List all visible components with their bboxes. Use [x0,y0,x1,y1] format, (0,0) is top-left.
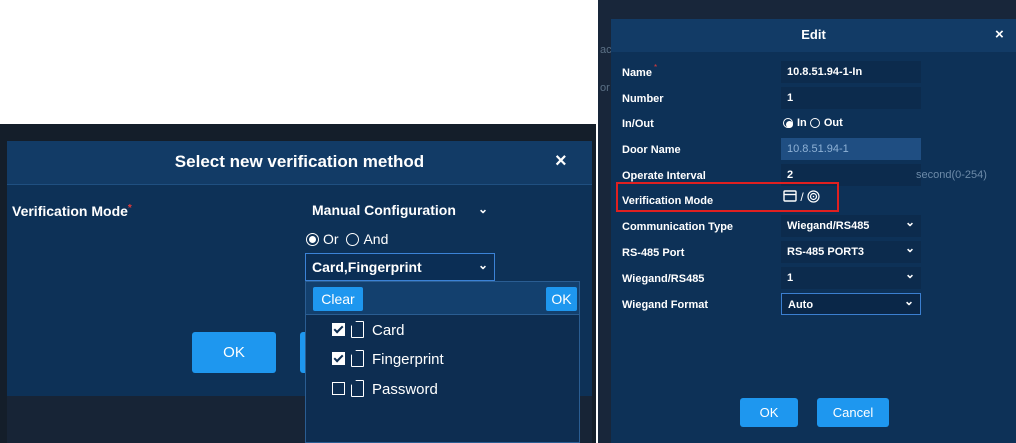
door-name-label: Door Name [622,144,681,156]
option-password[interactable]: Password [332,380,438,404]
required-mark: * [654,63,658,72]
document-icon [351,350,364,367]
verification-mode-select-value: Manual Configuration [312,202,456,218]
or-radio-label: Or [323,231,339,247]
card-icon [783,190,797,202]
option-card[interactable]: Card [332,321,405,345]
verification-mode-label: Verification Mode [622,195,714,207]
dialog-title: Select new verification method [174,152,425,171]
option-label: Fingerprint [372,351,444,368]
background-text-fragment: ac [600,44,612,56]
cancel-button[interactable]: Cancel [817,398,889,427]
radio-selected-icon [783,118,793,128]
verification-mode-separator: / [800,190,804,204]
edit-dialog: Edit × Name 10.8.51.94-1-In Number 1 In/… [611,19,1016,443]
and-radio[interactable]: And [346,231,388,247]
and-radio-label: And [363,231,389,247]
inout-label: In/Out [622,118,654,130]
option-fingerprint[interactable]: Fingerprint [332,350,444,374]
option-label: Password [372,381,438,398]
in-radio[interactable]: In [783,117,807,129]
close-icon[interactable]: × [995,26,1004,43]
ok-button[interactable]: OK [740,398,798,427]
inout-radio-group: In Out [783,117,843,129]
number-label: Number [622,93,664,105]
rs485-port-label: RS-485 Port [622,247,685,259]
dropdown-ok-button[interactable]: OK [546,287,577,311]
background-text-fragment: or [600,82,610,94]
clear-button[interactable]: Clear [313,287,363,311]
operate-interval-label: Operate Interval [622,170,706,182]
verification-mode-value[interactable]: / [783,190,820,210]
checkbox-unchecked-icon[interactable] [332,382,345,395]
option-label: Card [372,322,405,339]
name-input[interactable]: 10.8.51.94-1-In [781,61,921,83]
fingerprint-icon [807,190,820,203]
number-input[interactable]: 1 [781,87,921,109]
verification-mode-label: Verification Mode* [12,203,132,219]
chevron-down-icon: ⌄ [477,202,488,216]
checkbox-checked-icon[interactable] [332,323,345,336]
rs485-port-select[interactable]: RS-485 PORT3 [781,241,921,263]
verification-mode-select[interactable]: Manual Configuration ⌄ [305,197,495,223]
door-name-input: 10.8.51.94-1 [781,138,921,160]
radio-unselected-icon [809,118,820,128]
chevron-down-icon: ⌄ [477,258,488,272]
document-icon [351,321,364,338]
close-icon[interactable]: × [555,150,567,173]
verification-mode-label-text: Verification Mode [12,203,128,219]
or-radio[interactable]: Or [306,231,339,247]
name-label: Name [622,67,652,79]
wiegand-format-select[interactable]: Auto [781,293,921,315]
wiegand-format-label: Wiegand Format [622,299,709,311]
out-radio-label: Out [823,117,843,129]
communication-type-select[interactable]: Wiegand/RS485 [781,215,921,237]
out-radio[interactable]: Out [809,117,843,129]
radio-selected-icon [306,233,319,246]
dialog-header: Edit × [611,19,1016,52]
checkbox-checked-icon[interactable] [332,352,345,365]
wiegand-rs485-label: Wiegand/RS485 [622,273,705,285]
verification-method-select-value: Card,Fingerprint [312,259,422,275]
communication-type-label: Communication Type [622,221,734,233]
required-mark: * [127,203,132,214]
operate-interval-range: second(0-254) [916,169,987,181]
verification-method-dropdown: Clear OK Card Fingerprint Password [305,281,580,443]
dialog-header: Select new verification method × [7,141,592,185]
ok-button[interactable]: OK [192,332,276,373]
in-radio-label: In [797,117,807,129]
document-icon [351,380,364,397]
logic-radio-group: Or And [306,231,388,247]
radio-unselected-icon [346,233,360,246]
dialog-title: Edit [801,27,826,42]
wiegand-rs485-select[interactable]: 1 [781,267,921,289]
dropdown-toolbar: Clear OK [306,282,579,315]
verification-method-select[interactable]: Card,Fingerprint ⌄ [305,253,495,281]
